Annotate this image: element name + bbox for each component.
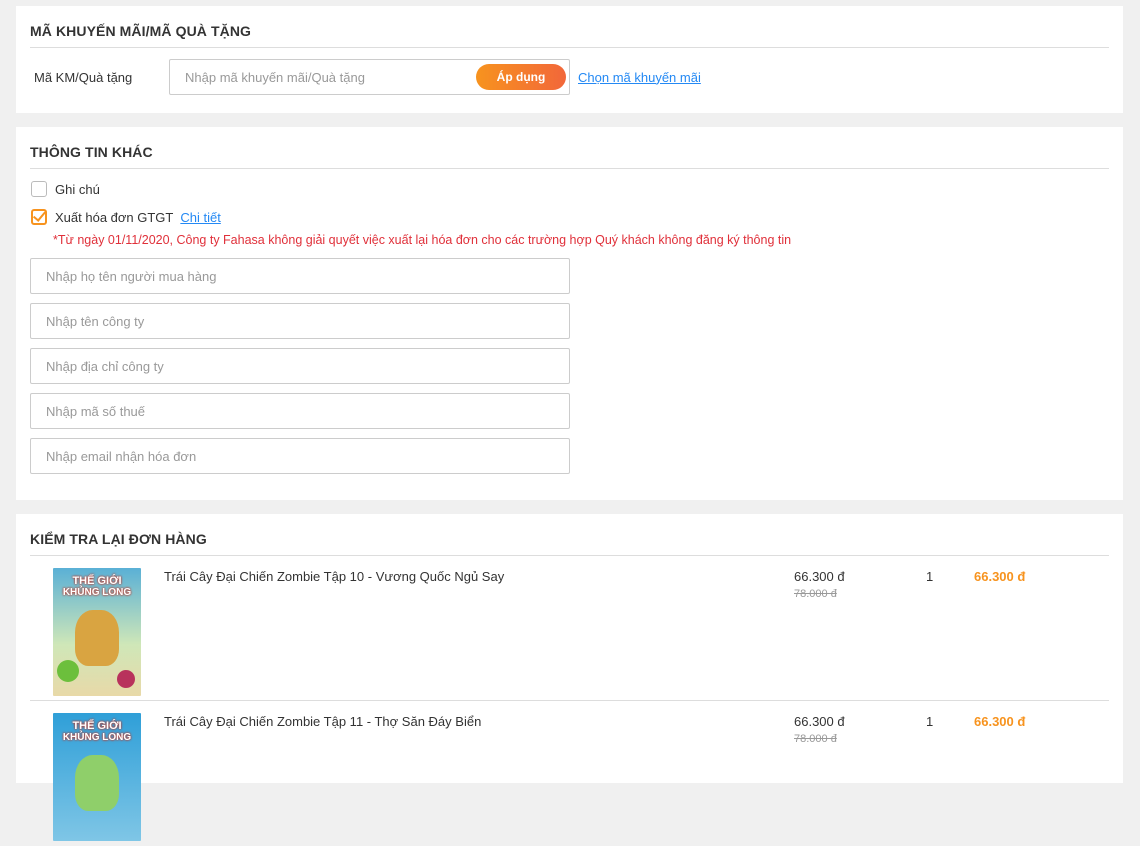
product-total: 66.300 đ [974,714,1026,729]
cover-title-line1: THẾ GIỚI [72,720,122,732]
note-label: Ghi chú [55,181,100,197]
apply-promo-button[interactable]: Áp dụng [476,64,566,90]
product-price: 66.300 đ 78.000 đ [794,714,845,745]
current-price: 66.300 đ [794,714,845,729]
invoice-fields [30,258,1109,474]
order-items: THẾ GIỚI KHỦNG LONG Trái Cây Đại Chiến Z… [30,556,1109,846]
note-row: Ghi chú [30,181,1109,197]
current-price: 66.300 đ [794,569,845,584]
company-name-input[interactable] [30,303,570,339]
product-name[interactable]: Trái Cây Đại Chiến Zombie Tập 11 - Thợ S… [164,714,481,729]
product-quantity: 1 [926,714,934,729]
original-price: 78.000 đ [794,733,837,745]
invoice-detail-link[interactable]: Chi tiết [180,210,220,225]
product-thumbnail[interactable]: THẾ GIỚI KHỦNG LONG [30,701,164,841]
product-name[interactable]: Trái Cây Đại Chiến Zombie Tập 10 - Vương… [164,569,504,584]
invoice-notice: *Từ ngày 01/11/2020, Công ty Fahasa khôn… [53,233,792,247]
order-item: THẾ GIỚI KHỦNG LONG Trái Cây Đại Chiến Z… [30,556,1109,701]
tax-code-input[interactable] [30,393,570,429]
company-address-input[interactable] [30,348,570,384]
book-cover-image: THẾ GIỚI KHỦNG LONG [53,568,141,696]
other-info-title: THÔNG TIN KHÁC [30,127,1109,169]
product-thumbnail[interactable]: THẾ GIỚI KHỦNG LONG [30,556,164,696]
promo-label: Mã KM/Quà tặng [34,69,133,85]
other-info-section: THÔNG TIN KHÁC Ghi chú Xuất hóa đơn GTGT… [16,127,1123,500]
order-item: THẾ GIỚI KHỦNG LONG Trái Cây Đại Chiến Z… [30,701,1109,846]
cover-title-line1: THẾ GIỚI [72,575,122,587]
buyer-name-input[interactable] [30,258,570,294]
order-review-section: KIỂM TRA LẠI ĐƠN HÀNG THẾ GIỚI KHỦNG LON… [16,514,1123,841]
product-quantity: 1 [926,569,934,584]
cover-title-line2: KHỦNG LONG [62,587,132,598]
original-price: 78.000 đ [794,588,837,600]
promo-section-title: MÃ KHUYẾN MÃI/MÃ QUÀ TẶNG [30,6,1109,48]
invoice-row: Xuất hóa đơn GTGT Chi tiết [30,209,1109,225]
order-review-title: KIỂM TRA LẠI ĐƠN HÀNG [30,514,1109,556]
promo-section: MÃ KHUYẾN MÃI/MÃ QUÀ TẶNG Mã KM/Quà tặng… [16,6,1123,113]
promo-input-box: Áp dụng [169,59,570,95]
product-total: 66.300 đ [974,569,1026,584]
choose-promo-link[interactable]: Chọn mã khuyến mãi [578,70,701,85]
invoice-email-input[interactable] [30,438,570,474]
invoice-checkbox[interactable] [31,209,47,225]
book-cover-image: THẾ GIỚI KHỦNG LONG [53,713,141,841]
promo-row: Mã KM/Quà tặng Áp dụng Chọn mã khuyến mã… [30,59,1109,95]
promo-code-input[interactable] [170,60,470,94]
product-price: 66.300 đ 78.000 đ [794,569,845,600]
cover-title-line2: KHỦNG LONG [62,732,132,743]
note-checkbox[interactable] [31,181,47,197]
invoice-label: Xuất hóa đơn GTGT [55,209,174,225]
